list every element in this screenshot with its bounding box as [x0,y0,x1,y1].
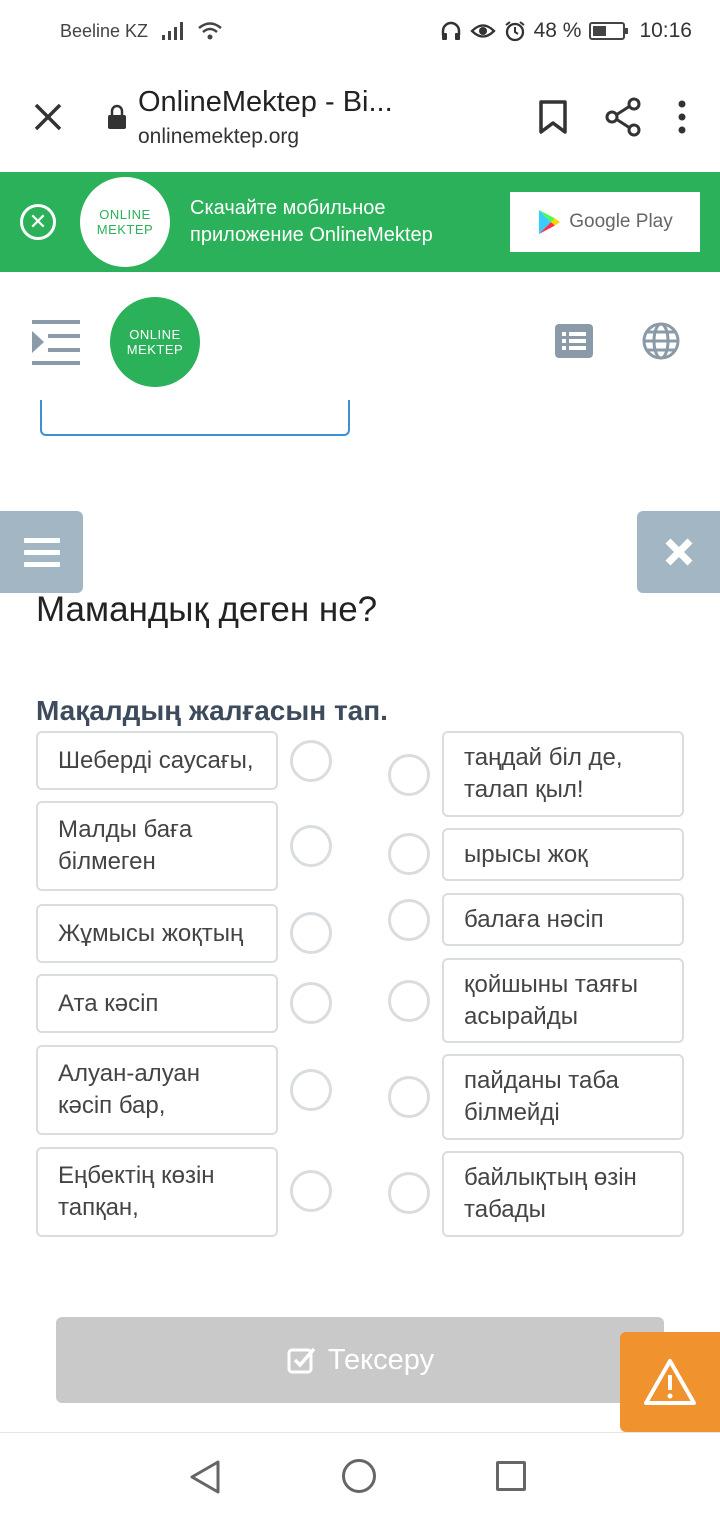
eye-icon [469,24,496,38]
banner-logo: ONLINE MEKTEP [80,177,170,267]
system-navigation-bar [0,1432,720,1520]
question-instruction: Мақалдың жалғасын тап. [36,695,388,726]
globe-icon[interactable] [642,322,680,360]
right-item[interactable]: таңдай біл де, талап қыл! [442,731,684,817]
address-bar[interactable]: OnlineMektep - Bi... onlinemektep.org [138,86,538,149]
banner-close-button[interactable]: ✕ [20,204,56,240]
share-icon[interactable] [604,97,642,137]
page-title: OnlineMektep - Bi... [138,85,393,118]
report-problem-button[interactable] [620,1332,720,1432]
battery-percent: 48 % [533,19,582,42]
close-tab-button[interactable] [0,102,96,132]
close-icon: ✕ [28,209,48,234]
right-match-radio[interactable] [388,980,430,1022]
right-match-radio[interactable] [388,833,430,875]
headphones-icon [441,21,460,40]
logo-text-line1: ONLINE [99,207,151,222]
google-play-label: Google Play [569,211,673,232]
alarm-icon [504,21,525,42]
right-match-radio[interactable] [388,899,430,941]
side-menu-button[interactable] [0,511,83,593]
right-item[interactable]: пайданы таба білмейді [442,1054,684,1140]
right-item[interactable]: қойшыны таяғы асырайды [442,958,684,1043]
google-play-button[interactable]: Google Play [510,192,700,252]
warning-icon [644,1359,696,1405]
right-match-radio[interactable] [388,1076,430,1118]
clock: 10:16 [639,19,692,42]
page-url: onlinemektep.org [138,124,300,148]
signal-icon [162,22,184,40]
left-item[interactable]: Шеберді саусағы, [36,731,278,790]
bookmark-icon[interactable] [538,99,568,135]
check-answers-button[interactable]: Тексеру [56,1317,664,1403]
logo-text-line2: MEKTEP [96,222,154,237]
left-item[interactable]: Малды баға білмеген [36,801,278,891]
left-match-radio[interactable] [290,740,332,782]
left-match-radio[interactable] [290,912,332,954]
question-title: Мамандық деген не? [36,590,378,629]
recent-apps-icon[interactable] [496,1461,526,1491]
home-icon[interactable] [342,1459,376,1493]
side-close-button[interactable] [637,511,720,593]
status-bar: Beeline KZ 48 % 10:16 [0,0,720,62]
checkbox-checked-icon [287,1347,316,1374]
right-item[interactable]: балаға нәсіп [442,893,684,946]
list-icon[interactable] [555,324,593,358]
left-item[interactable]: Жұмысы жоқтың [36,904,278,963]
right-item[interactable]: байлықтың өзін табады [442,1151,684,1237]
banner-text: Скачайте мобильное приложение OnlineMekt… [190,197,433,246]
back-icon[interactable] [188,1459,222,1495]
left-item[interactable]: Алуан-алуан кәсіп бар, [36,1045,278,1135]
close-icon [34,103,62,131]
left-item[interactable]: Еңбектің көзін тапқан, [36,1147,278,1237]
left-item[interactable]: Ата кәсіп [36,974,278,1033]
lock-icon[interactable] [96,104,138,130]
wifi-icon [198,22,222,40]
browser-toolbar: OnlineMektep - Bi... onlinemektep.org [0,62,720,172]
logo-text-line1: ONLINE [129,327,181,342]
menu-indent-icon[interactable] [30,318,80,366]
battery-icon [589,22,629,40]
app-download-banner: ✕ ONLINE MEKTEP Скачайте мобильное прило… [0,172,720,272]
right-item[interactable]: ырысы жоқ [442,828,684,881]
left-match-radio[interactable] [290,1069,332,1111]
google-play-icon [539,210,561,234]
right-match-radio[interactable] [388,1172,430,1214]
site-logo[interactable]: ONLINE MEKTEP [110,297,200,387]
left-match-radio[interactable] [290,982,332,1024]
partial-input-field[interactable] [40,400,350,436]
left-match-radio[interactable] [290,825,332,867]
left-match-radio[interactable] [290,1170,332,1212]
carrier-label: Beeline KZ [60,20,149,41]
close-icon [665,538,692,566]
more-options-icon[interactable] [678,100,686,134]
check-button-label: Тексеру [327,1343,435,1376]
logo-text-line2: MEKTEP [126,342,184,357]
right-match-radio[interactable] [388,754,430,796]
site-header: ONLINE MEKTEP [0,272,720,412]
